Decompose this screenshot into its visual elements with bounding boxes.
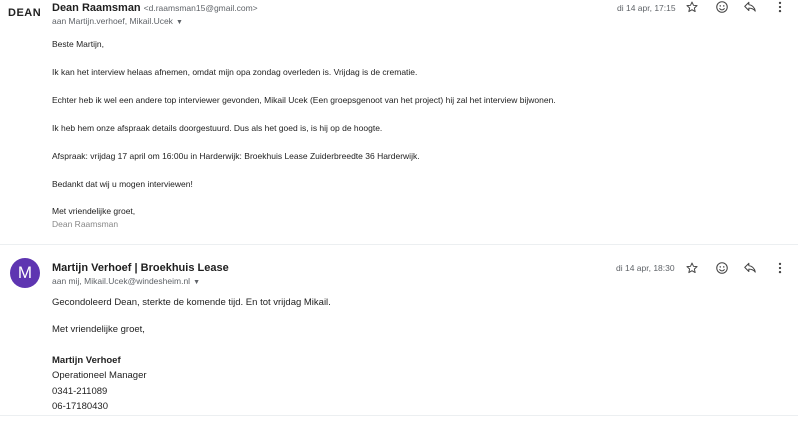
chevron-down-icon: ▼ [193,279,201,286]
sender-name-text: Dean Raamsman [52,2,141,14]
body-paragraph: Echter heb ik wel een andere top intervi… [52,95,556,105]
closing: Met vriendelijke groet, [52,324,145,335]
recipients-text: aan Martijn.verhoef, Mikail.Ucek [52,16,173,26]
emoji-icon[interactable] [715,261,729,275]
body-paragraph: Ik kan het interview helaas afnemen, omd… [52,67,418,77]
more-vert-icon[interactable] [773,0,787,14]
reply-icon[interactable] [743,0,757,14]
body-paragraph: Bedankt dat wij u mogen interviewen! [52,179,193,189]
body-paragraph: Gecondoleerd Dean, sterkte de komende ti… [52,297,331,308]
sender-logo: DEAN [8,7,42,19]
chevron-down-icon: ▼ [175,19,183,26]
avatar: M [10,258,40,288]
signature-phone: 06-17180430 [52,401,108,412]
sender-name[interactable]: Martijn Verhoef | Broekhuis Lease [52,262,229,274]
signature-name: Martijn Verhoef [52,355,121,366]
signature-name: Dean Raamsman [52,219,119,229]
signature-title: Operationeel Manager [52,370,147,381]
recipients-toggle[interactable]: aan mij, Mikail.Ucek@windesheim.nl ▼ [52,276,200,286]
closing: Met vriendelijke groet, [52,206,136,216]
sender-email: <d.raamsman15@gmail.com> [143,3,258,13]
more-vert-icon[interactable] [773,261,787,275]
body-paragraph: Ik heb hem onze afspraak details doorges… [52,123,383,133]
star-icon[interactable] [685,0,699,14]
message-date: di 14 apr, 17:15 [617,3,676,13]
recipients-text: aan mij, Mikail.Ucek@windesheim.nl [52,276,191,286]
body-greeting: Beste Martijn, [52,39,104,49]
emoji-icon[interactable] [715,0,729,14]
sender-name[interactable]: Dean Raamsman <d.raamsman15@gmail.com> [52,2,258,14]
message-divider [0,415,798,416]
recipients-toggle[interactable]: aan Martijn.verhoef, Mikail.Ucek ▼ [52,16,183,26]
email-message-1: DEAN Dean Raamsman <d.raamsman15@gmail.co… [0,0,798,245]
message-divider [0,244,798,245]
reply-icon[interactable] [743,261,757,275]
signature-phone: 0341-211089 [52,386,108,397]
message-date: di 14 apr, 18:30 [616,263,675,273]
body-paragraph: Afspraak: vrijdag 17 april om 16:00u in … [52,151,420,161]
star-icon[interactable] [685,261,699,275]
